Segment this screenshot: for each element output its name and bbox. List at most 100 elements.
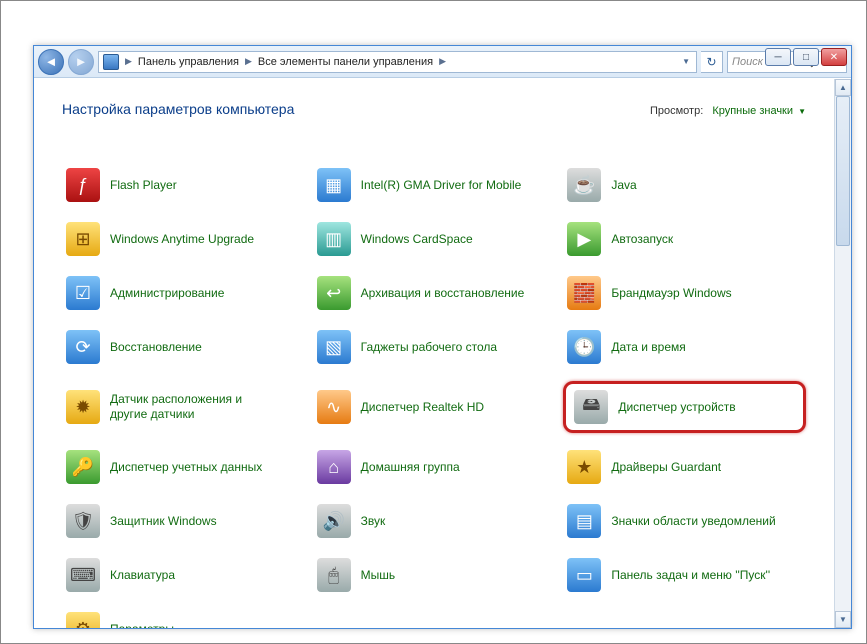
flash-icon: ƒ: [66, 168, 100, 202]
upgrade-icon: ⊞: [66, 222, 100, 256]
control-panel-item[interactable]: ⚙ Параметры: [62, 609, 305, 628]
gadgets-icon: ▧: [317, 330, 351, 364]
homegroup-icon: ⌂: [317, 450, 351, 484]
backup-icon: ↩: [317, 276, 351, 310]
datetime-icon: 🕒: [567, 330, 601, 364]
breadcrumb-sub[interactable]: Все элементы панели управления: [254, 56, 437, 68]
control-panel-item[interactable]: 🔊 Звук: [313, 501, 556, 541]
chevron-right-icon: ▶: [437, 56, 448, 67]
java-icon: ☕: [567, 168, 601, 202]
control-panel-item[interactable]: ⌂ Домашняя группа: [313, 447, 556, 487]
maximize-button[interactable]: □: [793, 48, 819, 66]
navigation-bar: ◄ ► ▶ Панель управления ▶ Все элементы п…: [34, 46, 851, 78]
back-button[interactable]: ◄: [38, 49, 64, 75]
devmgr-icon: 🖴: [574, 390, 608, 424]
control-panel-item[interactable]: ƒ Flash Player: [62, 165, 305, 205]
header-row: Настройка параметров компьютера Просмотр…: [62, 101, 806, 117]
item-label: Восстановление: [110, 340, 202, 355]
item-label: Значки области уведомлений: [611, 514, 775, 529]
item-label: Java: [611, 178, 636, 193]
control-panel-item[interactable]: 🖱 Мышь: [313, 555, 556, 595]
control-panel-item[interactable]: 🛡 Защитник Windows: [62, 501, 305, 541]
item-label: Дата и время: [611, 340, 685, 355]
window-controls: ─ □ ✕: [765, 48, 847, 66]
item-label: Windows Anytime Upgrade: [110, 232, 254, 247]
taskbar-icon: ▭: [567, 558, 601, 592]
item-label: Панель задач и меню ''Пуск'': [611, 568, 770, 583]
admin-icon: ☑: [66, 276, 100, 310]
control-panel-item[interactable]: ☑ Администрирование: [62, 273, 305, 313]
content-area: Настройка параметров компьютера Просмотр…: [34, 79, 851, 628]
item-label: Архивация и восстановление: [361, 286, 525, 301]
autoplay-icon: ▶: [567, 222, 601, 256]
item-label: Мышь: [361, 568, 396, 583]
realtek-icon: ∿: [317, 390, 351, 424]
firewall-icon: 🧱: [567, 276, 601, 310]
item-label: Датчик расположения и другие датчики: [110, 392, 280, 422]
params-icon: ⚙: [66, 612, 100, 628]
view-label: Просмотр:: [650, 105, 703, 117]
item-label: Клавиатура: [110, 568, 175, 583]
control-panel-item[interactable]: ↩ Архивация и восстановление: [313, 273, 556, 313]
control-panel-item[interactable]: ⌨ Клавиатура: [62, 555, 305, 595]
item-label: Диспетчер Realtek HD: [361, 400, 484, 415]
control-panel-item[interactable]: ▶ Автозапуск: [563, 219, 806, 259]
control-panel-item[interactable]: ▤Значки области уведомлений: [563, 501, 806, 541]
sound-icon: 🔊: [317, 504, 351, 538]
intel-icon: ▦: [317, 168, 351, 202]
control-panel-item[interactable]: ⟳ Восстановление: [62, 327, 305, 367]
control-panel-item[interactable]: ⊞ Windows Anytime Upgrade: [62, 219, 305, 259]
window-frame: ─ □ ✕ ◄ ► ▶ Панель управления ▶ Все элем…: [33, 45, 852, 629]
item-label: Диспетчер устройств: [618, 400, 735, 415]
item-label: Администрирование: [110, 286, 224, 301]
control-panel-item[interactable]: ∿ Диспетчер Realtek HD: [313, 381, 556, 433]
scrollbar[interactable]: ▲ ▼: [834, 79, 851, 628]
address-bar[interactable]: ▶ Панель управления ▶ Все элементы панел…: [98, 51, 697, 73]
minimize-button[interactable]: ─: [765, 48, 791, 66]
items-grid: ƒ Flash Player ▦ Intel(R) GMA Driver for Mo…: [62, 165, 806, 628]
view-by: Просмотр: Крупные значки ▼: [650, 105, 806, 117]
item-label: Драйверы Guardant: [611, 460, 721, 475]
item-label: Домашняя группа: [361, 460, 460, 475]
close-button[interactable]: ✕: [821, 48, 847, 66]
item-label: Intel(R) GMA Driver for Mobile: [361, 178, 522, 193]
control-panel-item[interactable]: 🖴 Диспетчер устройств: [563, 381, 806, 433]
cardspace-icon: ▥: [317, 222, 351, 256]
control-panel-item[interactable]: ▦ Intel(R) GMA Driver for Mobile: [313, 165, 556, 205]
scroll-down-button[interactable]: ▼: [835, 611, 851, 628]
control-panel-item[interactable]: ▥Windows CardSpace: [313, 219, 556, 259]
forward-button[interactable]: ►: [68, 49, 94, 75]
item-label: Параметры: [110, 622, 174, 629]
recovery-icon: ⟳: [66, 330, 100, 364]
control-panel-item[interactable]: ☕ Java: [563, 165, 806, 205]
item-label: Гаджеты рабочего стола: [361, 340, 497, 355]
control-panel-item[interactable]: 🔑Диспетчер учетных данных: [62, 447, 305, 487]
mouse-icon: 🖱: [317, 558, 351, 592]
chevron-down-icon[interactable]: ▼: [682, 57, 692, 66]
main-panel: Настройка параметров компьютера Просмотр…: [34, 79, 834, 628]
item-label: Звук: [361, 514, 386, 529]
control-panel-item[interactable]: ★ Драйверы Guardant: [563, 447, 806, 487]
guardant-icon: ★: [567, 450, 601, 484]
chevron-right-icon: ▶: [123, 56, 134, 67]
item-label: Защитник Windows: [110, 514, 217, 529]
item-label: Автозапуск: [611, 232, 673, 247]
control-panel-item[interactable]: ▧ Гаджеты рабочего стола: [313, 327, 556, 367]
sensor-icon: ✹: [66, 390, 100, 424]
item-label: Flash Player: [110, 178, 177, 193]
keyboard-icon: ⌨: [66, 558, 100, 592]
cred-icon: 🔑: [66, 450, 100, 484]
chevron-right-icon: ▶: [243, 56, 254, 67]
scroll-up-button[interactable]: ▲: [835, 79, 851, 96]
control-panel-item[interactable]: ✹ Датчик расположения и другие датчики: [62, 381, 305, 433]
refresh-button[interactable]: ↻: [701, 51, 723, 73]
defender-icon: 🛡: [66, 504, 100, 538]
page-title: Настройка параметров компьютера: [62, 101, 294, 117]
view-value: Крупные значки: [712, 105, 793, 117]
breadcrumb-root[interactable]: Панель управления: [134, 56, 243, 68]
control-panel-item[interactable]: ▭ Панель задач и меню ''Пуск'': [563, 555, 806, 595]
control-panel-item[interactable]: 🕒 Дата и время: [563, 327, 806, 367]
control-panel-item[interactable]: 🧱Брандмауэр Windows: [563, 273, 806, 313]
view-dropdown[interactable]: Крупные значки ▼: [712, 105, 806, 117]
scroll-thumb[interactable]: [836, 96, 850, 246]
